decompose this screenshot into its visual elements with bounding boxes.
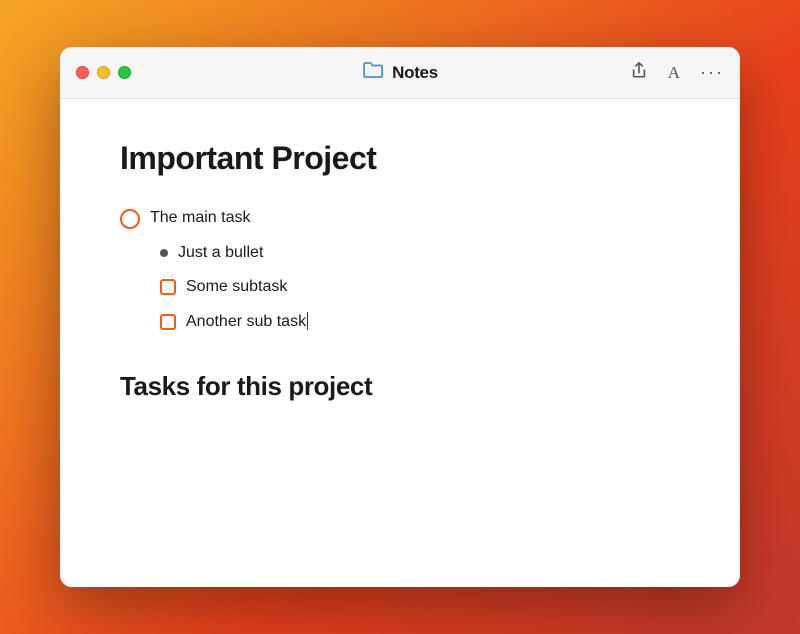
task-item-subtask1: Some subtask: [120, 270, 680, 304]
titlebar-title: Notes: [392, 63, 438, 83]
task-bullet-text: Just a bullet: [178, 242, 263, 264]
task-list: The main task Just a bullet Some subtask…: [120, 201, 680, 339]
traffic-lights: [76, 66, 131, 79]
note-content[interactable]: Important Project The main task Just a b…: [60, 99, 740, 587]
task-item-bullet: Just a bullet: [120, 236, 680, 270]
task-subtask1-text: Some subtask: [186, 276, 287, 298]
checkbox-icon-2[interactable]: [160, 314, 176, 330]
font-button[interactable]: A: [668, 63, 680, 83]
more-button[interactable]: ···: [700, 62, 724, 83]
share-button[interactable]: [630, 61, 648, 84]
checkbox-icon-1[interactable]: [160, 279, 176, 295]
close-button[interactable]: [76, 66, 89, 79]
task-main-text: The main task: [150, 207, 250, 229]
section-title: Tasks for this project: [120, 371, 680, 402]
titlebar-actions: A ···: [630, 61, 724, 84]
maximize-button[interactable]: [118, 66, 131, 79]
note-title: Important Project: [120, 139, 680, 177]
text-cursor: [307, 312, 308, 330]
task-circle-icon[interactable]: [120, 209, 140, 229]
task-item-subtask2: Another sub task: [120, 305, 680, 339]
notes-window: Notes A ··· Important Project The main t…: [60, 47, 740, 587]
titlebar: Notes A ···: [60, 47, 740, 99]
bullet-icon: [160, 249, 168, 257]
task-subtask2-text: Another sub task: [186, 311, 308, 333]
folder-icon: [362, 61, 384, 84]
minimize-button[interactable]: [97, 66, 110, 79]
task-item-main: The main task: [120, 201, 680, 235]
titlebar-center: Notes: [362, 61, 438, 84]
